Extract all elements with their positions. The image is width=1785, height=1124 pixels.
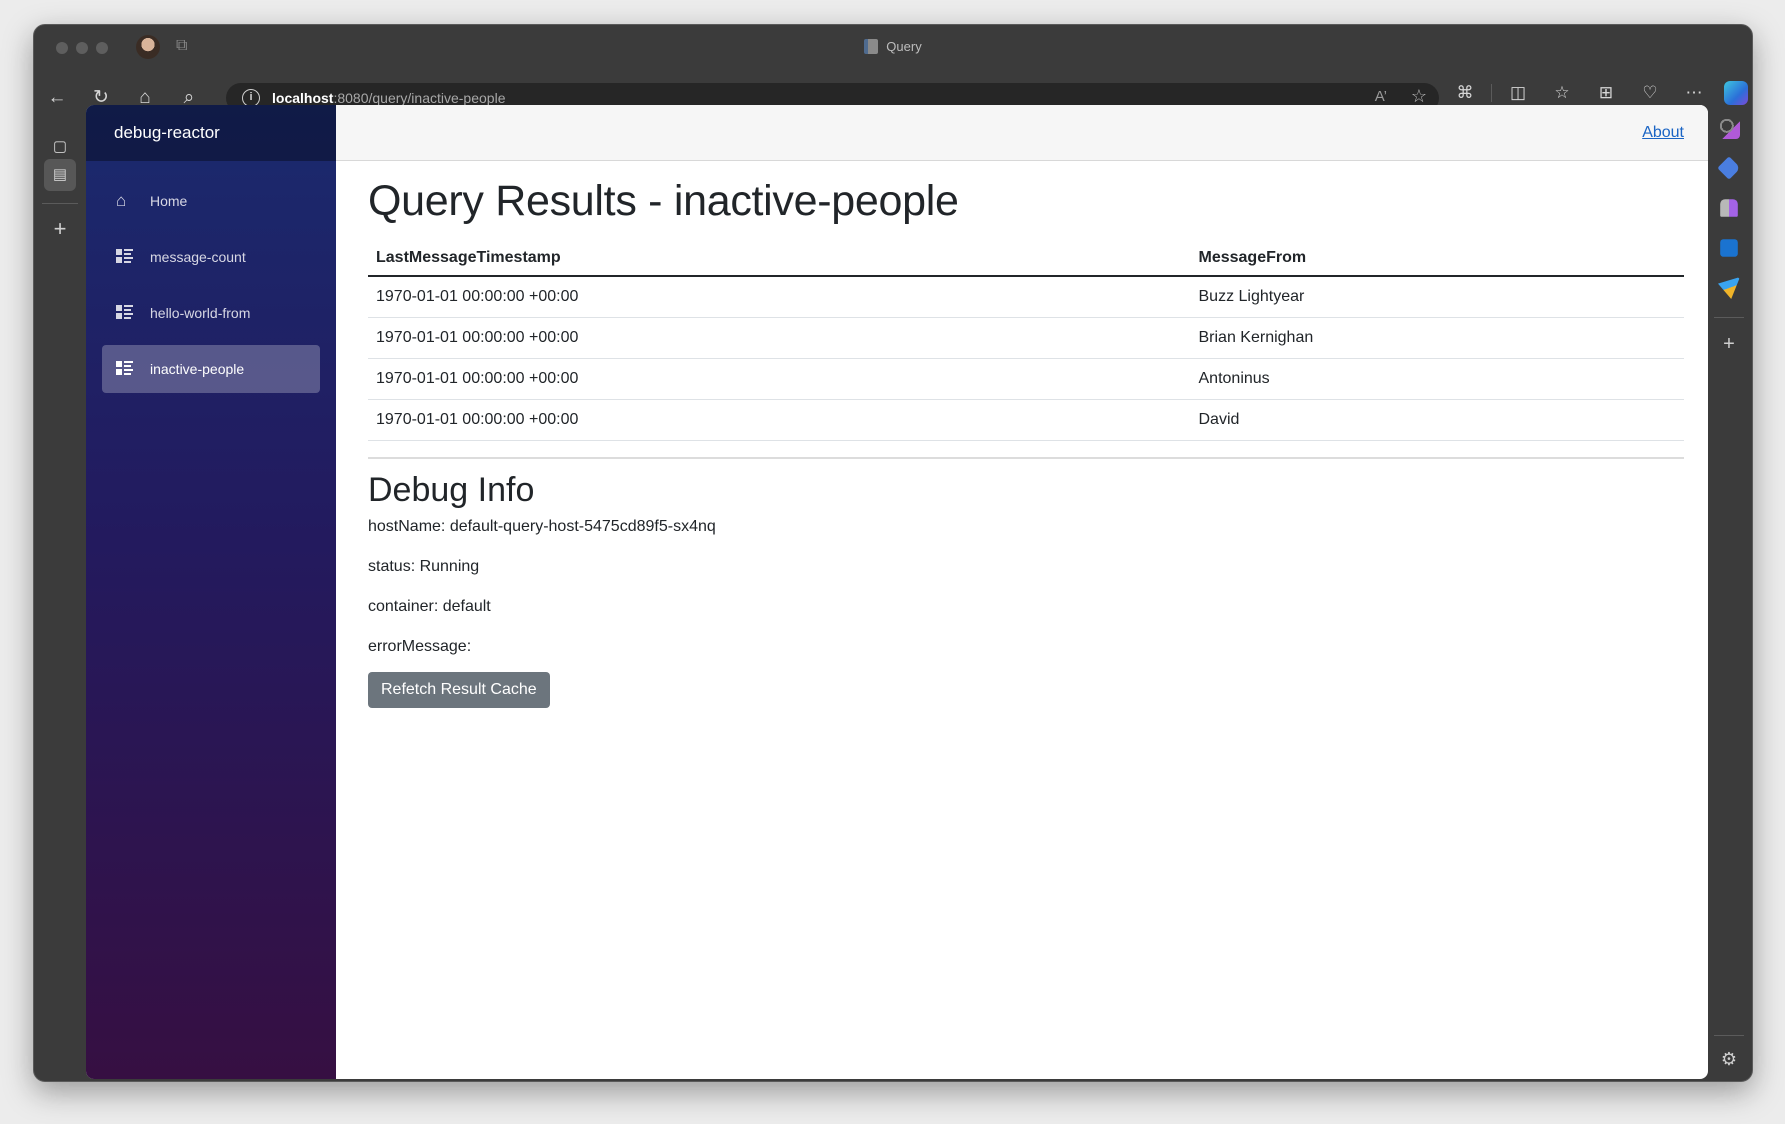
sidebar-item-label: Home — [150, 193, 188, 209]
table-cell: 1970-01-01 00:00:00 +00:00 — [368, 317, 1191, 359]
sidebar-item-home[interactable]: ⌂ Home — [102, 177, 320, 225]
toolbar-right-icons: ⌘ ◫ ☆ ⊞ ♡ ⋯ — [1443, 81, 1748, 105]
search-icon[interactable] — [1718, 117, 1740, 139]
more-icon[interactable]: ⋯ — [1672, 83, 1716, 103]
shopping-icon[interactable] — [1717, 156, 1741, 180]
edge-divider — [1714, 1035, 1744, 1036]
list-icon — [116, 248, 134, 266]
column-header: MessageFrom — [1190, 240, 1684, 277]
page-title: Query Results - inactive-people — [368, 177, 959, 225]
home-icon: ⌂ — [116, 191, 127, 210]
page-content: Query Results - inactive-people LastMess… — [336, 161, 1708, 708]
drop-icon[interactable] — [1718, 277, 1740, 299]
table-cell: Brian Kernighan — [1190, 317, 1684, 359]
table-row: 1970-01-01 00:00:00 +00:00 Antoninus — [368, 358, 1684, 400]
brand[interactable]: debug-reactor — [86, 105, 336, 161]
split-screen-icon[interactable]: ◫ — [1496, 83, 1540, 103]
read-aloud-icon[interactable]: A’ — [1375, 88, 1387, 105]
column-header: LastMessageTimestamp — [368, 240, 1191, 277]
refetch-result-cache-button[interactable]: Refetch Result Cache — [368, 671, 550, 708]
collections-icon[interactable]: ⊞ — [1584, 83, 1628, 103]
vertical-tabs: ▢ ▤ + — [34, 127, 86, 1081]
url-host: localhost — [272, 90, 334, 106]
web-content: debug-reactor ⌂ Home message-count hello… — [86, 105, 1708, 1079]
copilot-icon[interactable] — [1724, 81, 1748, 105]
error-message: errorMessage: — [368, 637, 472, 655]
main-area: About Query Results - inactive-people La… — [336, 105, 1708, 1079]
outlook-icon[interactable] — [1720, 239, 1738, 257]
title-bar: ⧉ Query — [34, 25, 1752, 71]
sidebar-item-hello-world-from[interactable]: hello-world-from — [102, 289, 320, 337]
sidebar-item-inactive-people[interactable]: inactive-people — [102, 345, 320, 393]
extensions-icon[interactable]: ⌘ — [1443, 83, 1487, 103]
sidebar-item-label: inactive-people — [150, 361, 245, 377]
table-cell: 1970-01-01 00:00:00 +00:00 — [368, 358, 1191, 400]
add-icon[interactable]: + — [1718, 333, 1740, 356]
sidebar-nav: ⌂ Home message-count hello-world-from in… — [86, 161, 336, 393]
new-tab-icon[interactable]: + — [44, 213, 76, 245]
results-table: LastMessageTimestamp MessageFrom 1970-01… — [368, 240, 1684, 441]
host-name: hostName: default-query-host-5475cd89f5-… — [368, 517, 716, 535]
browser-window: ⧉ Query ← ↻ ⌂ ⌕ i localhost:8080/query/i… — [33, 24, 1753, 1082]
table-row: 1970-01-01 00:00:00 +00:00 David — [368, 399, 1684, 441]
status: status: Running — [368, 557, 480, 575]
divider — [368, 456, 1684, 459]
url-path: :8080/query/inactive-people — [333, 90, 506, 106]
browser-essentials-icon[interactable]: ♡ — [1628, 83, 1672, 103]
sidebar-item-label: hello-world-from — [150, 305, 251, 321]
list-icon — [116, 304, 134, 322]
settings-icon[interactable]: ⚙ — [1718, 1049, 1740, 1070]
games-icon[interactable] — [1720, 199, 1738, 217]
table-cell: Buzz Lightyear — [1190, 276, 1684, 318]
edge-divider — [1714, 317, 1744, 318]
container: container: default — [368, 597, 491, 615]
back-icon[interactable]: ← — [44, 85, 70, 111]
table-cell: Antoninus — [1190, 358, 1684, 400]
page-icon — [864, 39, 879, 54]
favorite-star-icon[interactable]: ☆ — [1411, 86, 1427, 107]
url-text[interactable]: localhost:8080/query/inactive-people — [272, 90, 505, 106]
debug-info-title: Debug Info — [368, 470, 535, 509]
about-link[interactable]: About — [1642, 124, 1684, 142]
sidebar-item-label: message-count — [150, 249, 246, 265]
table-row: 1970-01-01 00:00:00 +00:00 Buzz Lightyea… — [368, 276, 1684, 318]
app-sidebar: debug-reactor ⌂ Home message-count hello… — [86, 105, 336, 1079]
sidebar-item-message-count[interactable]: message-count — [102, 233, 320, 281]
vtab-divider — [42, 203, 78, 204]
table-cell: David — [1190, 399, 1684, 441]
list-icon — [116, 360, 134, 378]
top-bar: About — [336, 105, 1708, 161]
favorites-icon[interactable]: ☆ — [1540, 83, 1584, 103]
edge-sidebar: + ⚙ — [1706, 105, 1752, 1081]
tab-title-text: Query — [886, 39, 922, 54]
tab-title: Query — [34, 39, 1752, 54]
table-cell: 1970-01-01 00:00:00 +00:00 — [368, 399, 1191, 441]
toolbar-divider — [1491, 84, 1492, 102]
tab-query[interactable]: ▤ — [44, 159, 76, 191]
table-cell: 1970-01-01 00:00:00 +00:00 — [368, 276, 1191, 318]
table-header-row: LastMessageTimestamp MessageFrom — [368, 240, 1684, 277]
table-row: 1970-01-01 00:00:00 +00:00 Brian Kernigh… — [368, 317, 1684, 359]
